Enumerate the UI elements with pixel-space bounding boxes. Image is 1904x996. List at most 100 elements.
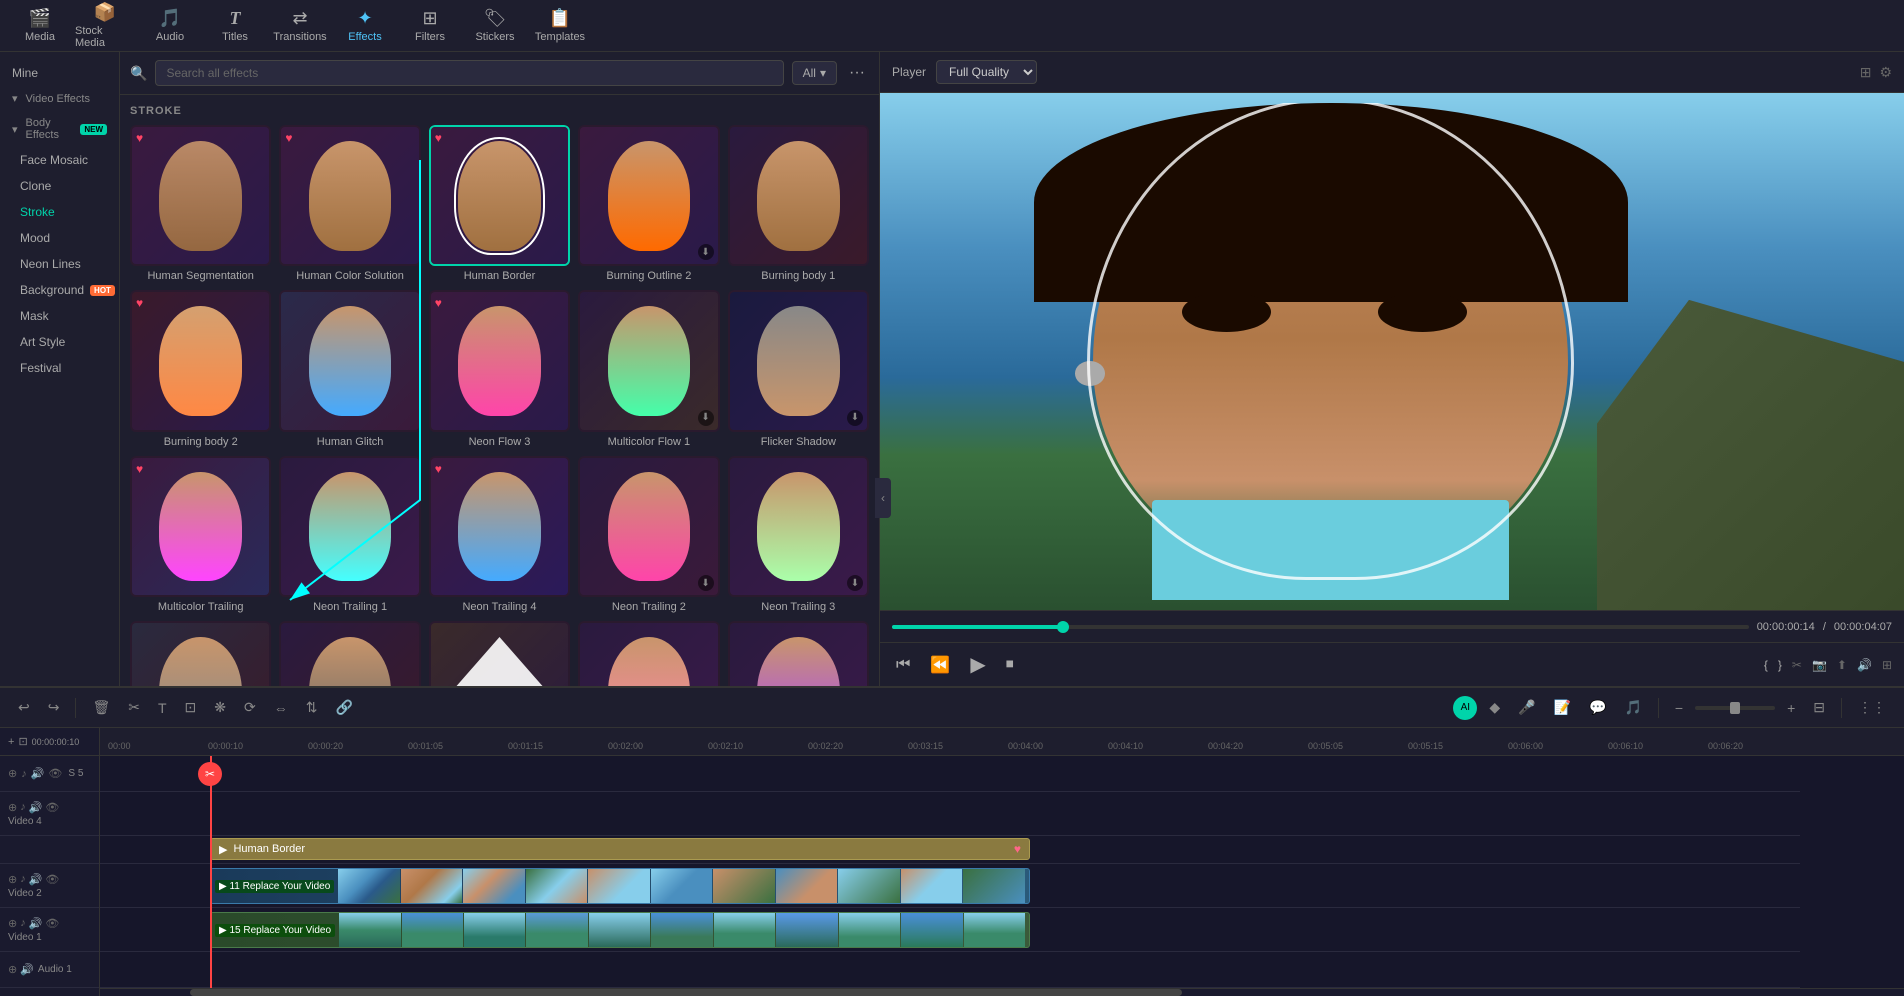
redo-button[interactable]: ↪ (42, 695, 66, 720)
add-track-icon[interactable]: + (8, 736, 14, 748)
toolbar-effects[interactable]: ✦ Effects (335, 4, 395, 48)
sidebar-face-mosaic[interactable]: Face Mosaic (0, 147, 119, 173)
text-button[interactable]: T (152, 696, 173, 720)
screenshot-icon[interactable]: 📷 (1812, 658, 1827, 672)
toolbar-transitions[interactable]: ⇄ Transitions (270, 4, 330, 48)
video4-eye-icon[interactable]: 👁 (45, 801, 59, 814)
sidebar-art-style[interactable]: Art Style (0, 329, 119, 355)
toolbar-titles[interactable]: T Titles (205, 4, 265, 48)
progress-track[interactable] (892, 625, 1749, 629)
effect-burning-body2[interactable]: ♥ Burning body 2 (130, 290, 271, 447)
effect-burning-outline2[interactable]: ⬇ Burning Outline 2 (578, 125, 719, 282)
cut-icon[interactable]: ✂ (1792, 658, 1802, 672)
video1-add-icon[interactable]: ⊕ (8, 917, 17, 930)
effect-human-glitch[interactable]: Human Glitch (279, 290, 420, 447)
effect-human-border[interactable]: ♥ Human Border (429, 125, 570, 282)
audio-track-button[interactable]: 🎵 (1618, 695, 1647, 720)
curve-button[interactable]: ⟳ (238, 695, 262, 720)
play-button[interactable]: ▶ (966, 648, 989, 681)
fullscreen-icon[interactable]: ⊞ (1860, 64, 1872, 81)
video4-vol-icon[interactable]: 🔊 (29, 801, 43, 814)
keyframe-button[interactable]: ◆ (1483, 695, 1506, 720)
grid-icon[interactable]: ⊞ (1882, 658, 1892, 672)
sidebar-festival[interactable]: Festival (0, 355, 119, 381)
volume-icon[interactable]: 🔊 (1857, 658, 1872, 672)
toolbar-templates[interactable]: 📋 Templates (530, 4, 590, 48)
mic-button[interactable]: 🎤 (1512, 695, 1541, 720)
search-input[interactable] (155, 60, 783, 86)
video4-add-icon[interactable]: ⊕ (8, 801, 17, 814)
effect-human-segmentation[interactable]: ♥ Human Segmentation (130, 125, 271, 282)
quality-select[interactable]: Full Quality Half Quality (936, 60, 1037, 84)
effect-multicolor-trailing[interactable]: ♥ Multicolor Trailing (130, 456, 271, 613)
toolbar-filters[interactable]: ⊞ Filters (400, 4, 460, 48)
video2-clip[interactable]: ▶ 11 Replace Your Video (210, 868, 1030, 904)
video2-eye-icon[interactable]: 👁 (45, 873, 59, 886)
sidebar-body-effects[interactable]: ▾ Body Effects NEW (0, 111, 119, 147)
cut-timeline-button[interactable]: ✂ (122, 695, 146, 720)
step-back-button[interactable]: ⏪ (926, 651, 954, 679)
cut-point-marker[interactable]: ✂ (198, 762, 222, 786)
sidebar-video-effects[interactable]: ▾ Video Effects (0, 86, 119, 111)
effect-neon-flow4[interactable]: ⬇ Neon Flow 4 (728, 621, 869, 686)
effect-neon-flow1[interactable]: ⬇ Neon Flow 1 (578, 621, 719, 686)
sidebar-neon-lines[interactable]: Neon Lines (0, 251, 119, 277)
effect-flicker-shadow[interactable]: ⬇ Flicker Shadow (728, 290, 869, 447)
toolbar-media[interactable]: 🎬 Media (10, 4, 70, 48)
sidebar-mask[interactable]: Mask (0, 303, 119, 329)
toolbar-stock-media[interactable]: 📦 Stock Media (75, 4, 135, 48)
track5-vol-icon[interactable]: 🔊 (31, 767, 45, 780)
delete-button[interactable]: 🗑 (86, 695, 116, 720)
effect-afterimage4[interactable]: Afterimage 4 (279, 621, 420, 686)
transform-button[interactable]: ⇔ (268, 696, 294, 720)
filter-button[interactable]: All ▾ (792, 61, 837, 85)
sidebar-clone[interactable]: Clone (0, 173, 119, 199)
subtitle-button[interactable]: 💬 (1583, 695, 1612, 720)
export-icon[interactable]: ⬆ (1837, 658, 1847, 672)
effect-neon-trailing1[interactable]: Neon Trailing 1 (279, 456, 420, 613)
settings-icon[interactable]: ⚙ (1879, 64, 1892, 81)
effect-afterimage3[interactable]: Afterimage 3 (130, 621, 271, 686)
sidebar-item-mine[interactable]: Mine (0, 60, 119, 86)
audio1-add-icon[interactable]: ⊕ (8, 963, 17, 976)
video1-music-icon[interactable]: ♪ (20, 917, 26, 929)
zoom-out-button[interactable]: − (1669, 696, 1689, 720)
toolbar-stickers[interactable]: 🏷 Stickers (465, 4, 525, 48)
ai-button[interactable]: AI (1453, 696, 1477, 720)
effect-human-color[interactable]: ♥ Human Color Solution (279, 125, 420, 282)
undo-button[interactable]: ↩ (12, 695, 36, 720)
more-effects-button[interactable]: ❋ (208, 695, 232, 720)
effect-neon-flow3[interactable]: ♥ Neon Flow 3 (429, 290, 570, 447)
audio1-vol-icon[interactable]: 🔊 (20, 963, 34, 976)
effect-multicolor-flow1[interactable]: ⬇ Multicolor Flow 1 (578, 290, 719, 447)
swap-button[interactable]: ⇅ (300, 695, 324, 720)
more-options-button[interactable]: ··· (845, 60, 869, 86)
track5-eye-icon[interactable]: 👁 (48, 767, 62, 780)
progress-thumb[interactable] (1057, 621, 1069, 633)
effect-neon-trailing4[interactable]: ♥ Neon Trailing 4 (429, 456, 570, 613)
effect-neon-trailing2[interactable]: ⬇ Neon Trailing 2 (578, 456, 719, 613)
effect-figure-glare[interactable]: Figure Glare (429, 621, 570, 686)
effect-neon-trailing3[interactable]: ⬇ Neon Trailing 3 (728, 456, 869, 613)
collapse-panel-button[interactable]: ‹ (875, 478, 891, 518)
more-timeline-options[interactable]: ⋮⋮ (1852, 695, 1892, 720)
video2-music-icon[interactable]: ♪ (20, 873, 26, 885)
fit-timeline-button[interactable]: ⊟ (1807, 695, 1831, 720)
stop-button[interactable]: ⏹ (1002, 652, 1018, 678)
rewind-button[interactable]: ⏮ (892, 652, 914, 678)
video2-add-icon[interactable]: ⊕ (8, 873, 17, 886)
human-border-clip[interactable]: ▶ Human Border ♥ (210, 838, 1030, 860)
caption-button[interactable]: 📝 (1548, 695, 1577, 720)
video1-clip[interactable]: ▶ 15 Replace Your Video (210, 912, 1030, 948)
bracket-right-icon[interactable]: } (1778, 658, 1782, 672)
bracket-left-icon[interactable]: { (1764, 658, 1768, 672)
fit-button[interactable]: ⊡ (18, 735, 27, 748)
sidebar-mood[interactable]: Mood (0, 225, 119, 251)
crop-button[interactable]: ⊡ (179, 695, 203, 720)
timeline-tracks-area[interactable]: 00:00 00:00:10 00:00:20 00:01:05 00:01:1… (100, 728, 1904, 996)
zoom-in-button[interactable]: + (1781, 696, 1801, 720)
video1-eye-icon[interactable]: 👁 (45, 917, 59, 930)
link-button[interactable]: 🔗 (329, 695, 358, 720)
effect-burning-body1[interactable]: Burning body 1 (728, 125, 869, 282)
toolbar-audio[interactable]: 🎵 Audio (140, 4, 200, 48)
